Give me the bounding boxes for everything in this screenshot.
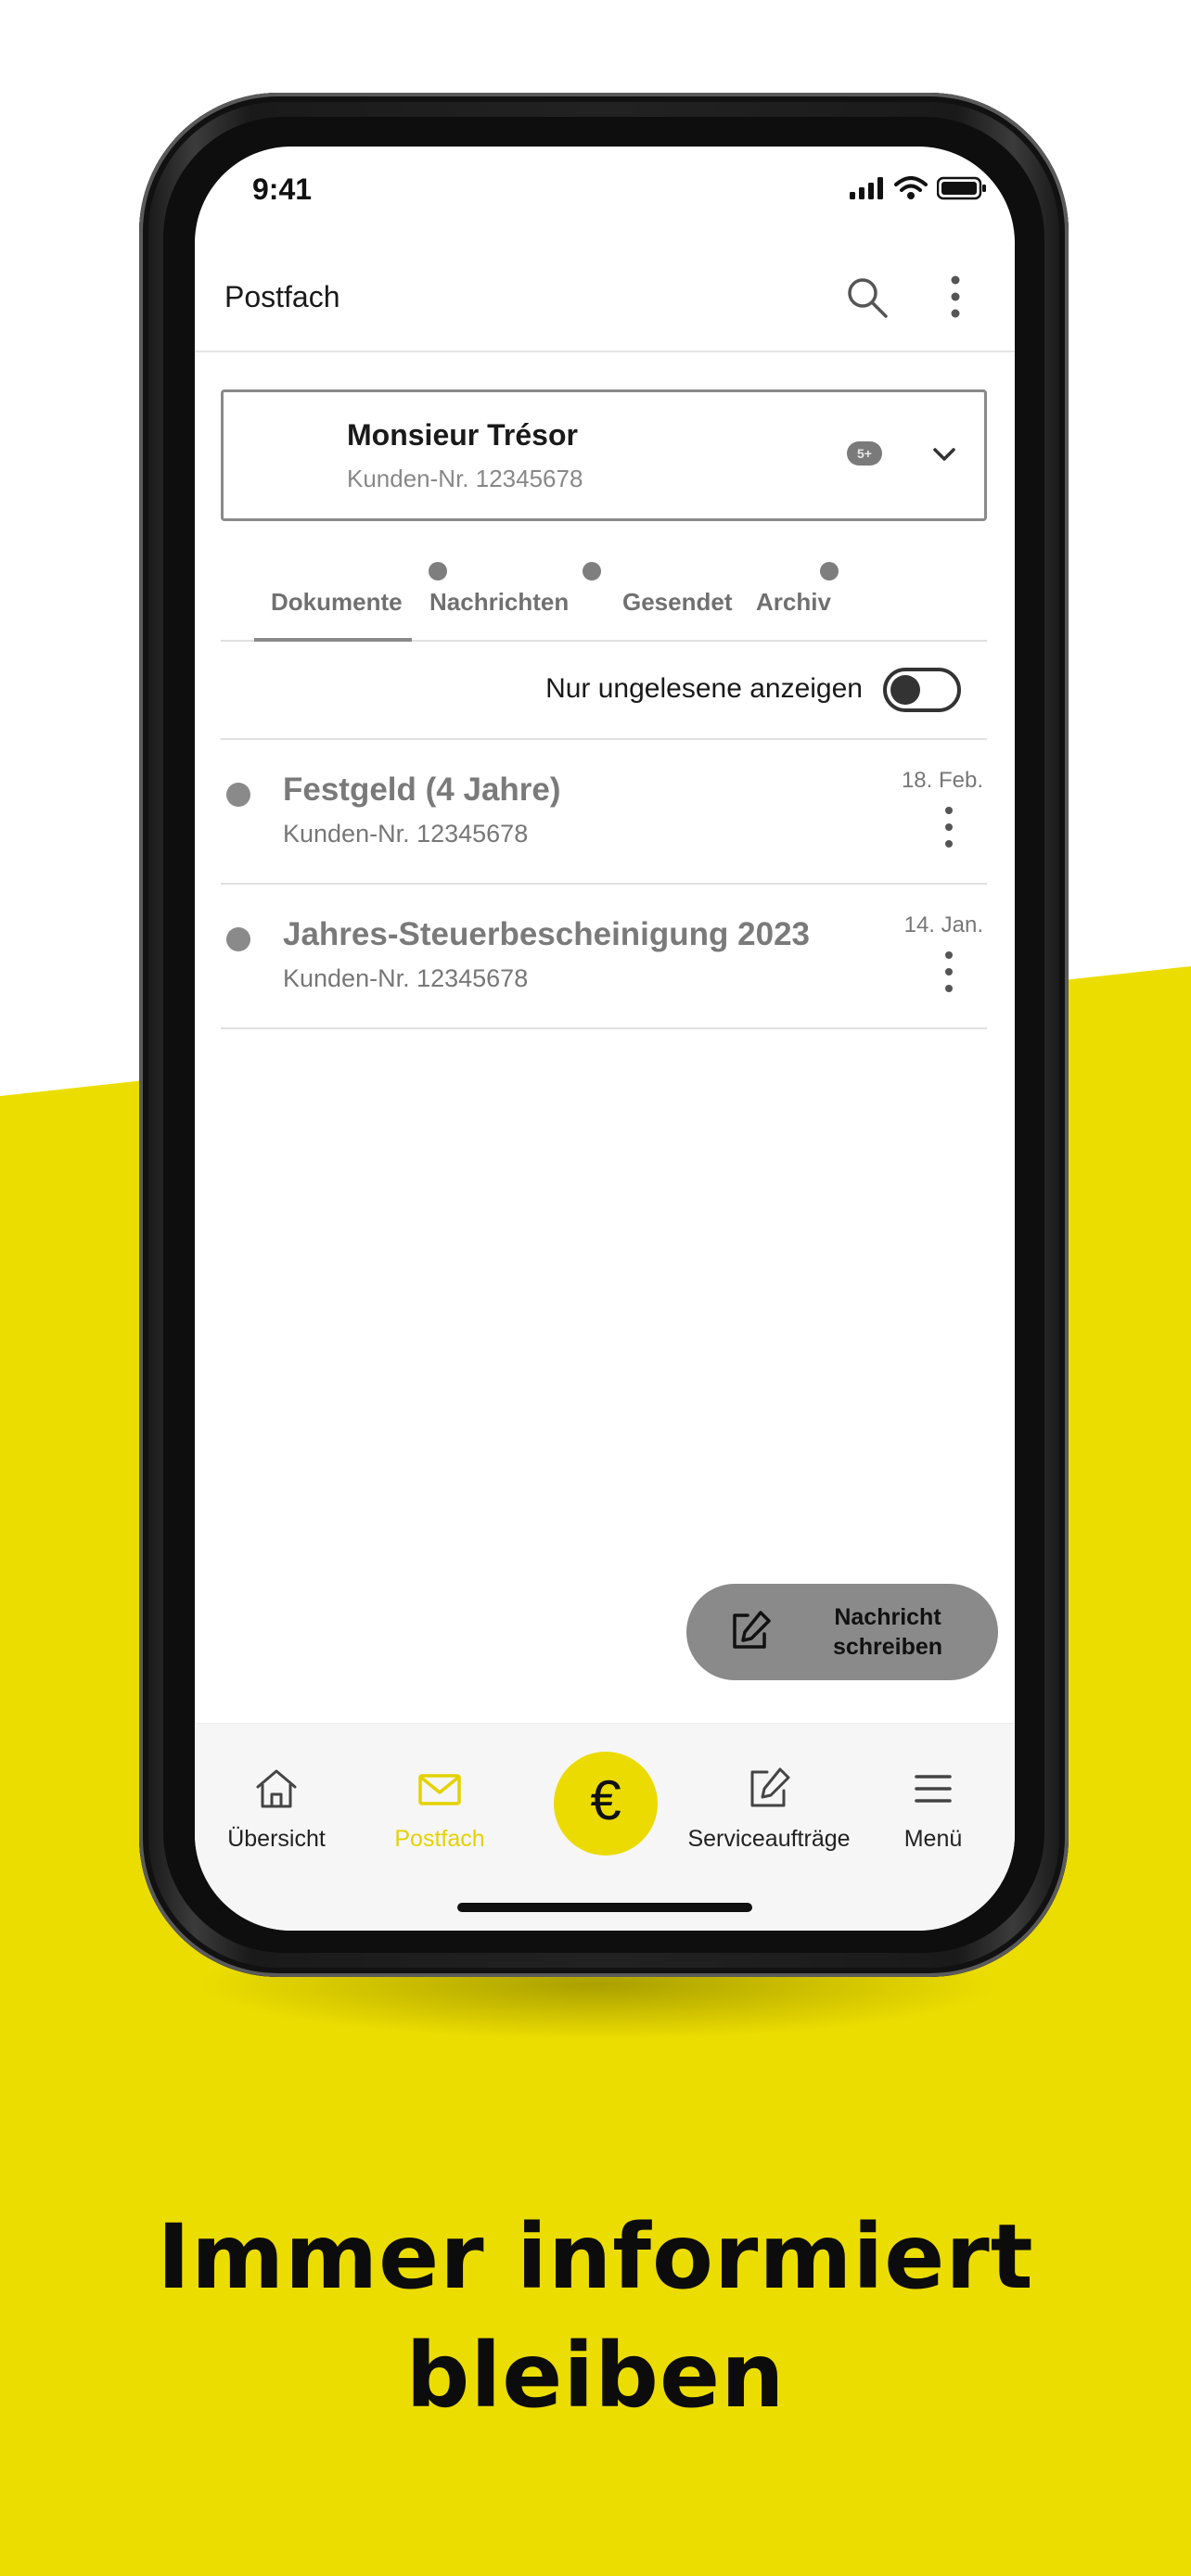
nav-item-menue[interactable]: Menü bbox=[852, 1724, 1015, 1872]
unread-filter-row: Nur ungelesene anzeigen bbox=[221, 644, 987, 740]
more-vertical-icon[interactable] bbox=[941, 805, 956, 849]
account-name: Monsieur Trésor bbox=[347, 418, 578, 452]
search-icon[interactable] bbox=[844, 274, 890, 321]
nav-item-uebersicht[interactable]: Übersicht bbox=[195, 1724, 358, 1872]
tab-nachrichten-unread-dot bbox=[583, 562, 601, 580]
unread-filter-label: Nur ungelesene anzeigen bbox=[545, 673, 863, 704]
write-message-label: Nachricht schreiben bbox=[832, 1604, 943, 1660]
active-tab-indicator bbox=[254, 638, 412, 642]
nav-label: Serviceaufträge bbox=[687, 1826, 851, 1852]
nav-item-postfach[interactable]: Postfach bbox=[358, 1724, 521, 1872]
list-item[interactable]: Festgeld (4 Jahre) Kunden-Nr. 12345678 1… bbox=[221, 740, 987, 885]
chevron-down-icon[interactable] bbox=[930, 440, 958, 468]
status-time: 9:41 bbox=[252, 172, 313, 206]
unread-count-badge: 5+ bbox=[847, 441, 882, 465]
tab-dokumente-unread-dot bbox=[429, 562, 447, 580]
tab-archiv-unread-dot bbox=[820, 562, 839, 580]
tab-gesendet[interactable]: Gesendet bbox=[622, 588, 733, 617]
headline-line-2: bleiben bbox=[405, 2324, 786, 2428]
tab-dokumente[interactable]: Dokumente bbox=[271, 588, 403, 617]
nav-item-euro[interactable]: € bbox=[554, 1752, 658, 1855]
document-title: Jahres-Steuerbescheinigung 2023 bbox=[283, 916, 810, 952]
edit-icon bbox=[750, 1767, 790, 1807]
account-customer-number: Kunden-Nr. 12345678 bbox=[347, 465, 583, 492]
document-date: 14. Jan. bbox=[903, 912, 983, 937]
nav-label: Postfach bbox=[394, 1826, 485, 1852]
tab-nachrichten[interactable]: Nachrichten bbox=[429, 588, 569, 617]
home-indicator[interactable] bbox=[457, 1903, 752, 1912]
nav-label: Übersicht bbox=[227, 1826, 326, 1852]
app-header: Postfach bbox=[195, 239, 1015, 352]
wifi-icon bbox=[894, 176, 928, 199]
toggle-knob bbox=[890, 675, 920, 705]
edit-icon bbox=[733, 1611, 771, 1649]
cellular-signal-icon bbox=[850, 177, 883, 199]
mailbox-tabs: Dokumente Nachrichten Gesendet Archiv bbox=[221, 545, 987, 642]
write-message-button[interactable]: Nachricht schreiben bbox=[686, 1584, 998, 1680]
euro-icon: € bbox=[590, 1769, 621, 1831]
unread-dot bbox=[226, 783, 250, 807]
nav-label: Menü bbox=[903, 1826, 963, 1852]
nav-item-serviceauftraege[interactable]: Serviceaufträge bbox=[687, 1724, 851, 1872]
account-selector[interactable]: Monsieur Trésor Kunden-Nr. 12345678 5+ bbox=[221, 389, 987, 521]
battery-icon bbox=[937, 176, 986, 200]
headline-line-1: Immer informiert bbox=[157, 2205, 1034, 2309]
list-item[interactable]: Jahres-Steuerbescheinigung 2023 Kunden-N… bbox=[221, 885, 987, 1029]
menu-icon bbox=[915, 1775, 952, 1803]
page-title: Postfach bbox=[224, 280, 340, 313]
mail-icon bbox=[418, 1774, 461, 1805]
unread-filter-toggle[interactable] bbox=[883, 668, 961, 712]
tab-archiv[interactable]: Archiv bbox=[756, 588, 831, 617]
marketing-headline: Immer informiert bleiben bbox=[0, 2198, 1191, 2435]
phone-screen: 9:41 Postfach Monsieur Trésor Kunden-Nr.… bbox=[195, 147, 1015, 1931]
document-title: Festgeld (4 Jahre) bbox=[283, 772, 561, 808]
document-subtitle: Kunden-Nr. 12345678 bbox=[283, 964, 529, 992]
unread-dot bbox=[226, 927, 250, 951]
more-vertical-icon[interactable] bbox=[946, 273, 965, 321]
status-icons bbox=[850, 176, 987, 200]
document-subtitle: Kunden-Nr. 12345678 bbox=[283, 820, 529, 848]
home-icon bbox=[256, 1769, 297, 1808]
bottom-navigation: Übersicht Postfach € Serviceaufträge Men… bbox=[195, 1723, 1015, 1931]
document-date: 18. Feb. bbox=[901, 768, 983, 793]
more-vertical-icon[interactable] bbox=[941, 950, 956, 994]
